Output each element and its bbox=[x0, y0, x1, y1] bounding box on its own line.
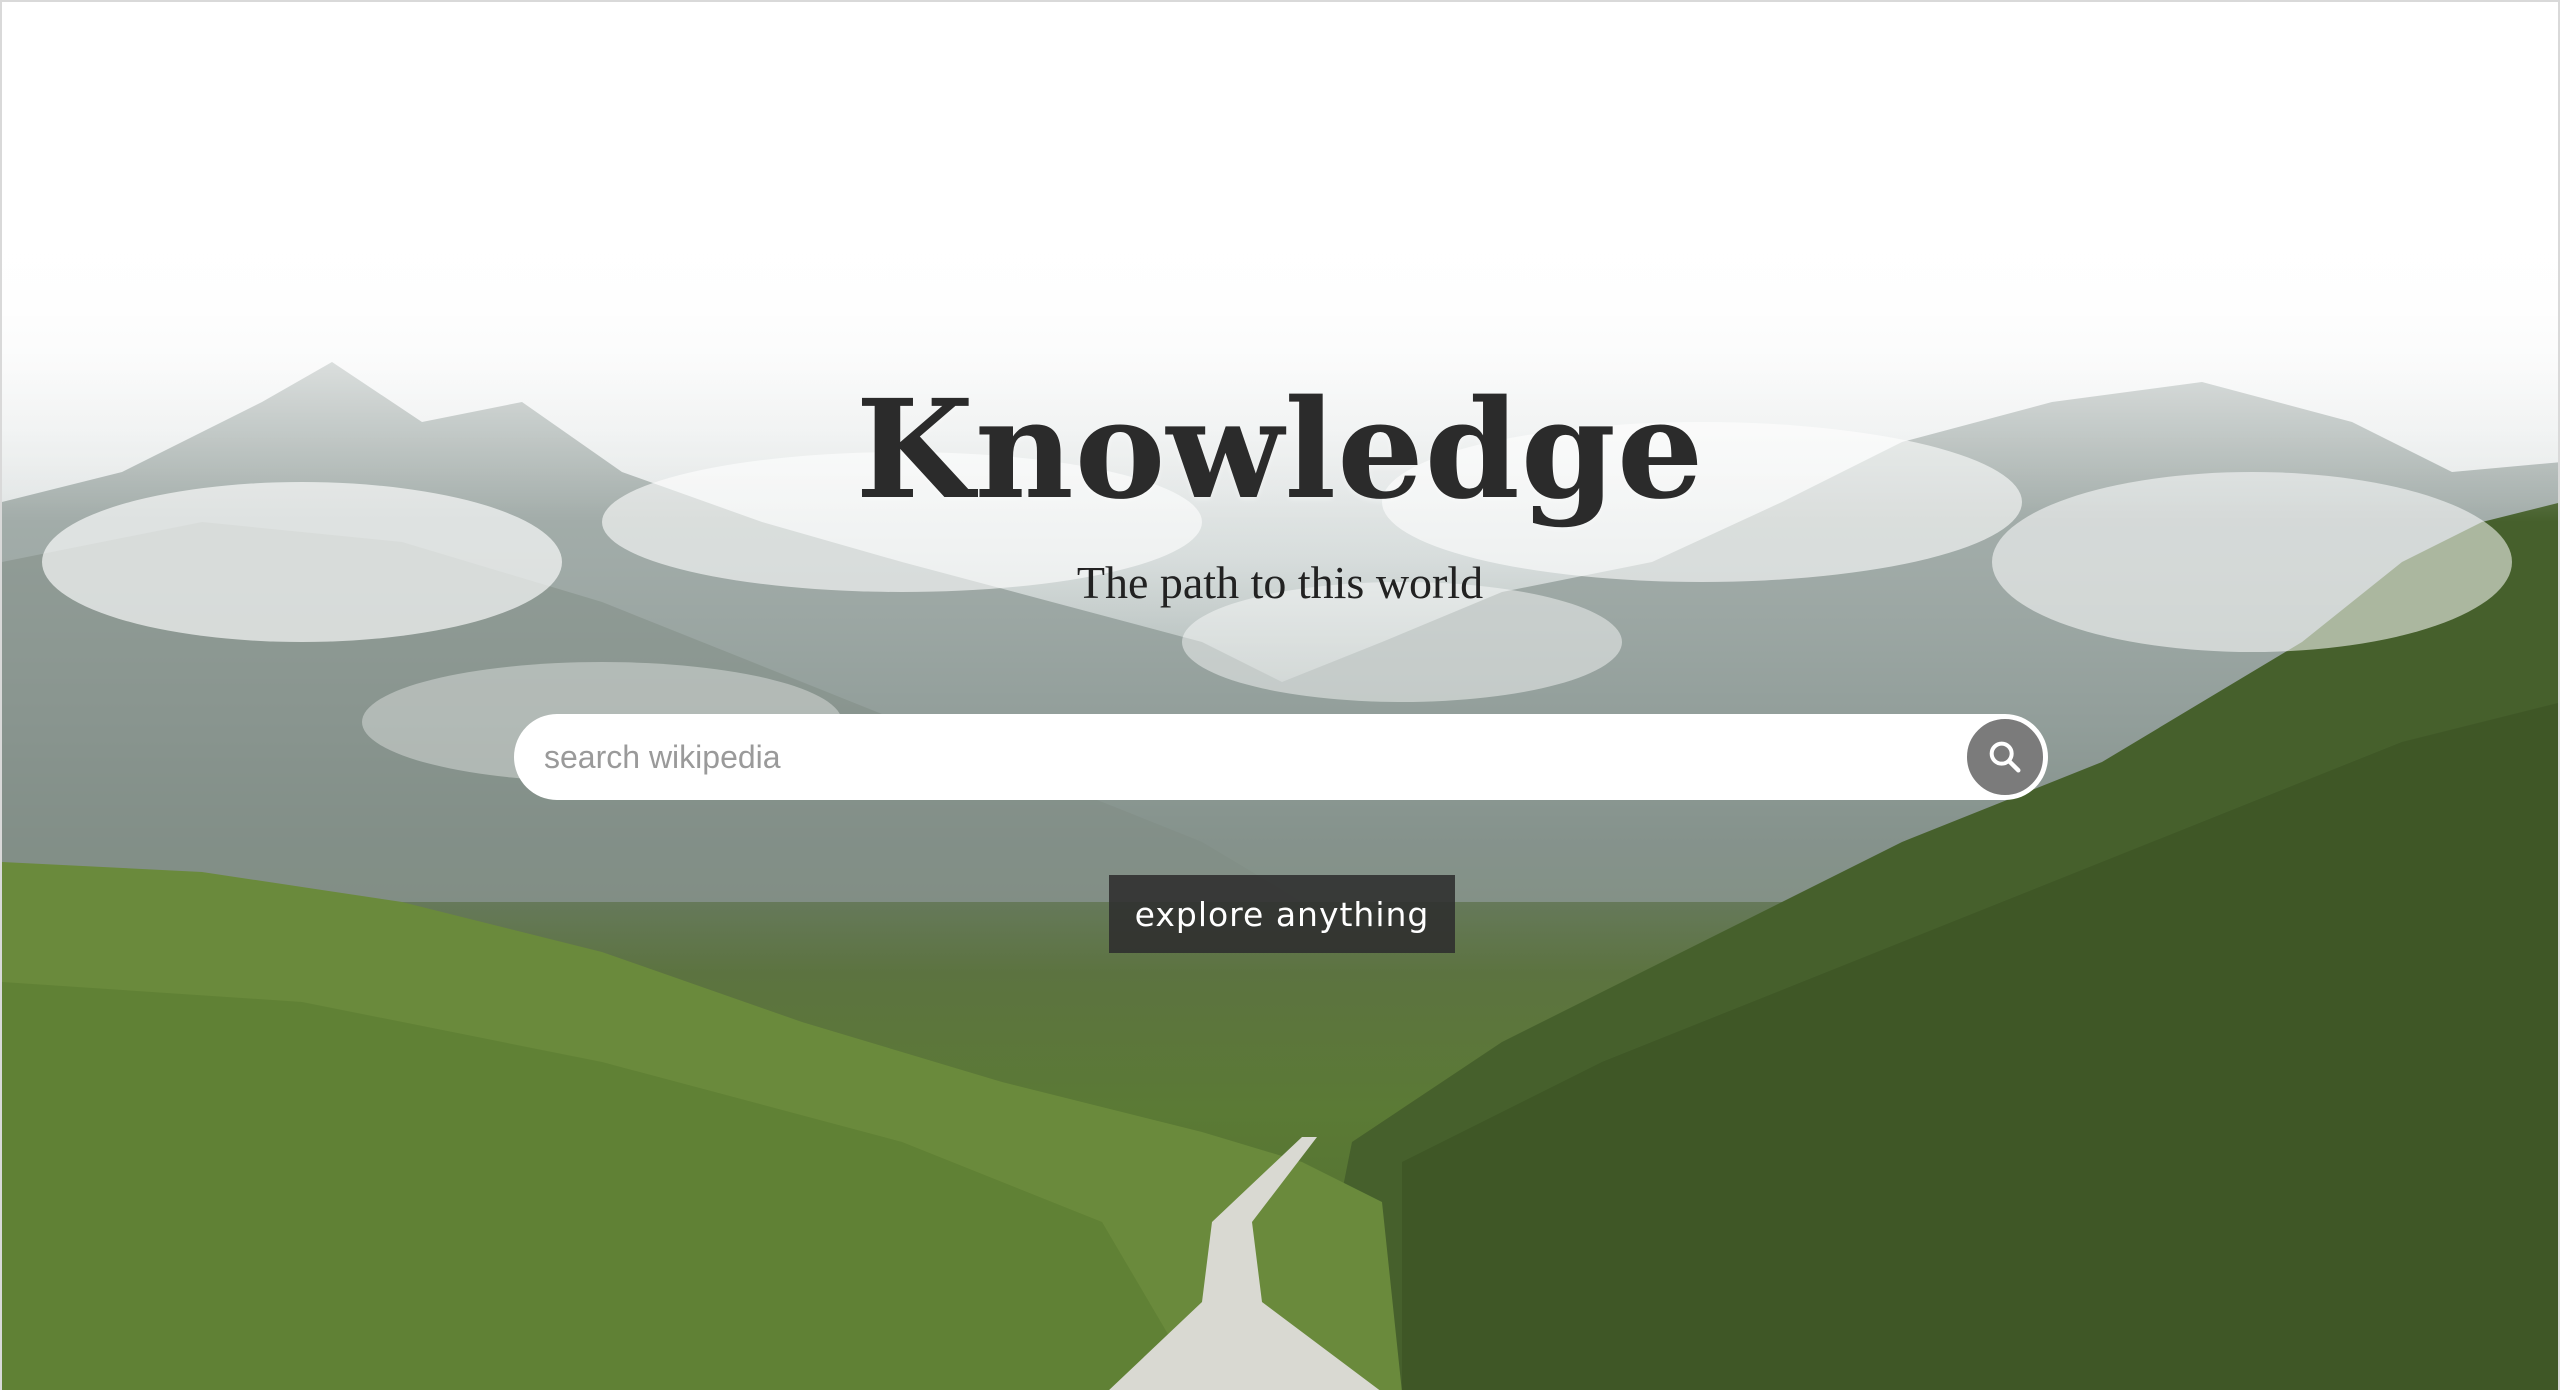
search-button[interactable] bbox=[1965, 717, 2045, 797]
page: Knowledge The path to this world explore… bbox=[0, 0, 2560, 1390]
search-icon bbox=[1989, 741, 2021, 773]
page-title: Knowledge bbox=[855, 370, 1705, 530]
background-landscape bbox=[2, 2, 2558, 1390]
hero: Knowledge The path to this world bbox=[2, 362, 2558, 606]
page-subtitle: The path to this world bbox=[1076, 557, 1484, 608]
search-input[interactable] bbox=[514, 714, 1934, 800]
explore-anything-button[interactable]: explore anything bbox=[1109, 875, 1455, 953]
search-bar bbox=[514, 714, 2048, 800]
